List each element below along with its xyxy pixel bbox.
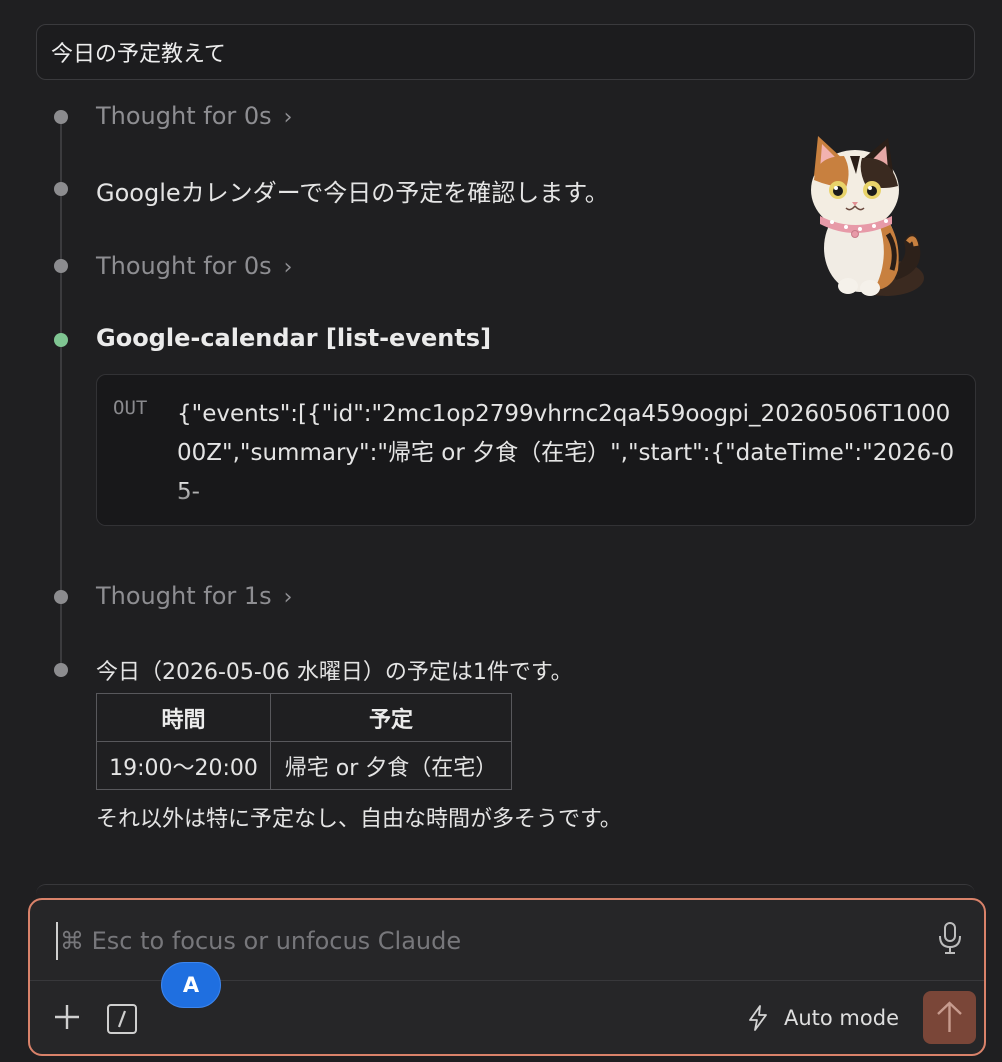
- user-message-text: 今日の予定教えて: [51, 42, 226, 67]
- schedule-table: 時間 予定 19:00〜20:00 帰宅 or 夕食（在宅）: [96, 693, 512, 790]
- tool-call-title[interactable]: Google-calendar [list-events]: [96, 324, 491, 352]
- auto-mode-label: Auto mode: [784, 1006, 899, 1030]
- table-row: 19:00〜20:00 帰宅 or 夕食（在宅）: [96, 741, 512, 790]
- user-message: 今日の予定教えて: [36, 24, 975, 80]
- thought-label: Thought for 1s: [96, 582, 272, 610]
- answer-intro: 今日（2026-05-06 水曜日）の予定は1件です。: [96, 660, 573, 685]
- lightning-icon: [749, 1005, 767, 1031]
- table-cell-time: 19:00〜20:00: [96, 741, 271, 790]
- microphone-icon[interactable]: [936, 920, 964, 956]
- out-label: OUT: [113, 397, 148, 419]
- send-button[interactable]: [923, 991, 976, 1044]
- answer-outro: それ以外は特に予定なし、自由な時間が多そうです。: [96, 807, 622, 832]
- message-input[interactable]: [56, 922, 922, 960]
- assistant-intro: Googleカレンダーで今日の予定を確認します。: [96, 179, 609, 207]
- thought-toggle-1[interactable]: Thought for 0s ›: [96, 102, 292, 130]
- thought-toggle-2[interactable]: Thought for 0s ›: [96, 252, 292, 280]
- plus-icon[interactable]: [52, 1002, 82, 1032]
- tool-output-box[interactable]: OUT {"events":[{"id":"2mc1op2799vhrnc2qa…: [96, 374, 976, 526]
- timeline-dot: [54, 182, 68, 196]
- avatar[interactable]: A: [161, 962, 221, 1008]
- thought-label: Thought for 0s: [96, 102, 272, 130]
- chevron-right-icon: ›: [283, 255, 293, 280]
- timeline-line-lower: [60, 598, 62, 670]
- timeline-dot: [54, 663, 68, 677]
- slash-command-icon[interactable]: [106, 1003, 138, 1035]
- table-header-row: 時間 予定: [96, 693, 512, 742]
- cat-sticker: [811, 136, 924, 296]
- output-fade: [97, 481, 975, 525]
- table-cell-event: 帰宅 or 夕食（在宅）: [270, 741, 512, 790]
- message-composer[interactable]: A Auto mode: [28, 898, 986, 1056]
- timeline-dot: [54, 110, 68, 124]
- chevron-right-icon: ›: [283, 585, 293, 610]
- thought-label: Thought for 0s: [96, 252, 272, 280]
- table-header-time: 時間: [96, 693, 271, 742]
- table-header-event: 予定: [270, 693, 512, 742]
- thought-toggle-3[interactable]: Thought for 1s ›: [96, 582, 292, 610]
- timeline-dot: [54, 590, 68, 604]
- chevron-right-icon: ›: [283, 105, 293, 130]
- arrow-up-icon: [937, 1001, 962, 1032]
- auto-mode-button[interactable]: Auto mode: [746, 1000, 899, 1036]
- timeline-dot: [54, 259, 68, 273]
- tool-status-dot: [54, 333, 68, 347]
